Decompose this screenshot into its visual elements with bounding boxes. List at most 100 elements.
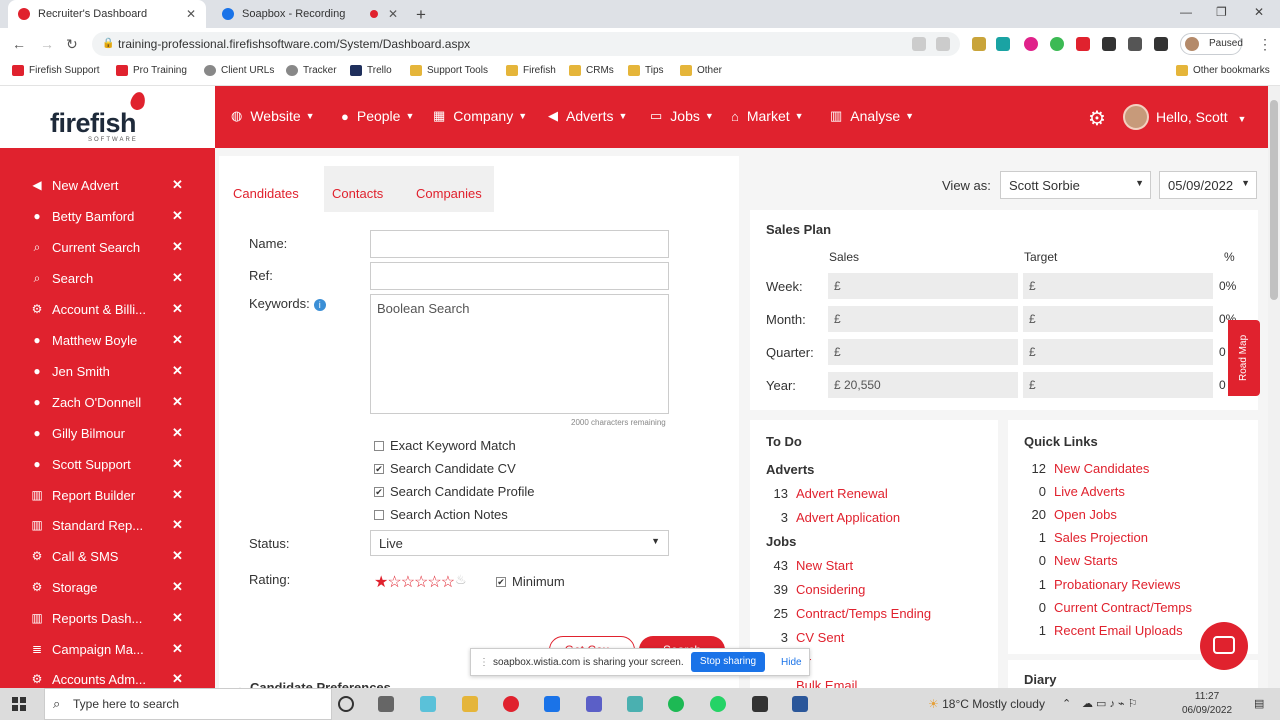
sidebar-item-scott-support[interactable]: ● Scott Support ✕ xyxy=(0,449,215,479)
sidebar-item-gilly-bilmour[interactable]: ● Gilly Bilmour ✕ xyxy=(0,418,215,448)
minimum-checkbox[interactable]: ✔ Minimum xyxy=(496,574,565,589)
stop-sharing-button[interactable]: Stop sharing xyxy=(691,652,765,672)
sidebar-item-current-search[interactable]: ⌕ Current Search ✕ xyxy=(0,232,215,262)
close-icon[interactable]: ✕ xyxy=(172,239,183,255)
profile-paused-button[interactable]: Paused xyxy=(1180,33,1243,55)
quick-link-item[interactable]: 1 Probationary Reviews xyxy=(1024,577,1181,592)
nav-adverts[interactable]: ◀ Adverts ▼ xyxy=(548,108,627,124)
minimize-icon[interactable]: — xyxy=(1180,5,1192,19)
quick-link-item[interactable]: 0 Live Adverts xyxy=(1024,484,1125,499)
spotify-icon[interactable] xyxy=(668,696,684,712)
todo-item[interactable]: 25 Contract/Temps Ending xyxy=(766,606,932,621)
bookmark-item[interactable]: Firefish Support xyxy=(12,65,100,76)
quick-link-item[interactable]: 1 Sales Projection xyxy=(1024,530,1148,545)
back-icon[interactable]: ← xyxy=(12,36,26,52)
todo-item[interactable]: 43 New Start xyxy=(766,558,854,573)
name-input[interactable] xyxy=(370,230,669,258)
sidebar-item-betty-bamford[interactable]: ● Betty Bamford ✕ xyxy=(0,201,215,231)
tray-chevron-icon[interactable]: ⌃ xyxy=(1062,697,1071,710)
address-bar[interactable]: 🔒 training-professional.firefishsoftware… xyxy=(92,32,960,56)
chrome-icon[interactable] xyxy=(503,696,519,712)
app-icon[interactable] xyxy=(627,696,643,712)
close-icon[interactable]: ✕ xyxy=(172,579,183,595)
notification-icon[interactable]: ▤ xyxy=(1254,697,1264,710)
close-icon[interactable]: ✕ xyxy=(172,425,183,441)
sidebar-item-new-advert[interactable]: ◀ New Advert ✕ xyxy=(0,170,215,200)
close-tab-icon[interactable]: ✕ xyxy=(186,7,196,21)
star-empty-icon[interactable]: ☆ xyxy=(441,574,455,591)
app-icon[interactable] xyxy=(420,696,436,712)
exact-keyword-checkbox[interactable]: Exact Keyword Match xyxy=(374,438,516,453)
whatsapp-icon[interactable] xyxy=(710,696,726,712)
star-filled-icon[interactable]: ★ xyxy=(374,574,388,591)
extension-icon[interactable] xyxy=(972,37,986,51)
nav-website[interactable]: ◍ Website ▼ xyxy=(231,108,315,124)
teams-icon[interactable] xyxy=(586,696,602,712)
close-icon[interactable]: ✕ xyxy=(172,548,183,564)
sidebar-item-matthew-boyle[interactable]: ● Matthew Boyle ✕ xyxy=(0,325,215,355)
quick-link-item[interactable]: 12 New Candidates xyxy=(1024,461,1150,476)
star-empty-icon[interactable]: ☆ xyxy=(387,574,401,591)
sidebar-item-account-billing[interactable]: ⚙ Account & Billi... ✕ xyxy=(0,294,215,324)
nav-company[interactable]: ▦ Company ▼ xyxy=(433,108,527,124)
media-icon[interactable] xyxy=(1128,37,1142,51)
extension-icon[interactable] xyxy=(996,37,1010,51)
quick-link-item[interactable]: 1 Recent Email Uploads xyxy=(1024,623,1183,638)
close-icon[interactable]: ✕ xyxy=(172,332,183,348)
bookmark-folder[interactable]: Support Tools xyxy=(410,65,488,76)
firefish-logo[interactable]: firefish SOFTWARE xyxy=(0,86,215,148)
extension-icon[interactable] xyxy=(1024,37,1038,51)
view-as-user-select[interactable]: Scott Sorbie ▼ xyxy=(1000,171,1151,199)
close-icon[interactable]: ✕ xyxy=(172,177,183,193)
settings-gear-icon[interactable]: ⚙ xyxy=(1088,106,1106,131)
road-map-tab[interactable]: Road Map xyxy=(1228,320,1260,396)
quick-link-item[interactable]: 0 Current Contract/Temps xyxy=(1024,600,1192,615)
other-bookmarks-folder[interactable]: Other bookmarks xyxy=(1176,65,1270,76)
tab-candidates[interactable]: Candidates xyxy=(233,186,299,201)
close-tab-icon[interactable]: ✕ xyxy=(388,7,398,21)
share-icon[interactable] xyxy=(912,37,926,51)
rating-stars[interactable]: ★☆☆☆☆☆ xyxy=(374,572,455,592)
info-icon[interactable]: i xyxy=(313,298,326,311)
tab-soapbox-recording[interactable]: Soapbox - Recording ✕ xyxy=(212,0,408,28)
ref-input[interactable] xyxy=(370,262,669,290)
bookmark-star-icon[interactable] xyxy=(936,37,950,51)
close-icon[interactable]: ✕ xyxy=(172,394,183,410)
sidebar-item-report-builder[interactable]: ▥ Report Builder ✕ xyxy=(0,480,215,510)
nav-people[interactable]: ● People ▼ xyxy=(341,108,414,124)
taskbar-clock[interactable]: 11:27 06/09/2022 xyxy=(1182,690,1232,718)
close-icon[interactable]: ✕ xyxy=(172,671,183,687)
search-profile-checkbox[interactable]: ✔ Search Candidate Profile xyxy=(374,484,535,499)
sidebar-item-storage[interactable]: ⚙ Storage ✕ xyxy=(0,572,215,602)
tab-recruiters-dashboard[interactable]: Recruiter's Dashboard ✕ xyxy=(8,0,206,28)
quick-link-item[interactable]: 20 Open Jobs xyxy=(1024,507,1117,522)
page-scrollbar[interactable] xyxy=(1268,86,1280,688)
outlook-icon[interactable] xyxy=(544,696,560,712)
sidebar-item-search[interactable]: ⌕ Search ✕ xyxy=(0,263,215,293)
bookmark-folder[interactable]: Tips xyxy=(628,65,664,76)
star-empty-icon[interactable]: ☆ xyxy=(427,574,441,591)
close-icon[interactable]: ✕ xyxy=(172,610,183,626)
bookmark-item[interactable]: Pro Training xyxy=(116,65,187,76)
extension-icon[interactable] xyxy=(1050,37,1064,51)
app-icon[interactable] xyxy=(752,696,768,712)
close-icon[interactable]: ✕ xyxy=(172,641,183,657)
window-close-icon[interactable]: ✕ xyxy=(1254,5,1264,19)
word-icon[interactable] xyxy=(792,696,808,712)
todo-item[interactable]: Bulk Email xyxy=(766,678,857,688)
nav-analyse[interactable]: ▥ Analyse ▼ xyxy=(830,108,914,124)
sidebar-item-call-sms[interactable]: ⚙ Call & SMS ✕ xyxy=(0,541,215,571)
sidebar-item-zach-odonnell[interactable]: ● Zach O'Donnell ✕ xyxy=(0,387,215,417)
todo-item[interactable]: 3 CV Sent xyxy=(766,630,845,645)
nav-jobs[interactable]: ▭ Jobs ▼ xyxy=(650,108,714,124)
sidebar-item-accounts-admin[interactable]: ⚙ Accounts Adm... ✕ xyxy=(0,664,215,688)
extension-icon[interactable] xyxy=(1076,37,1090,51)
browser-menu-icon[interactable]: ⋮ xyxy=(1258,36,1272,53)
candidate-preferences-toggle[interactable]: ›Candidate Preferences xyxy=(239,680,391,688)
windows-start-icon[interactable] xyxy=(12,697,26,711)
reload-icon[interactable]: ↻ xyxy=(66,36,78,53)
close-icon[interactable]: ✕ xyxy=(172,456,183,472)
side-panel-icon[interactable] xyxy=(1154,37,1168,51)
scrollbar-thumb[interactable] xyxy=(1270,100,1278,300)
bookmark-item[interactable]: Client URLs xyxy=(204,65,274,76)
